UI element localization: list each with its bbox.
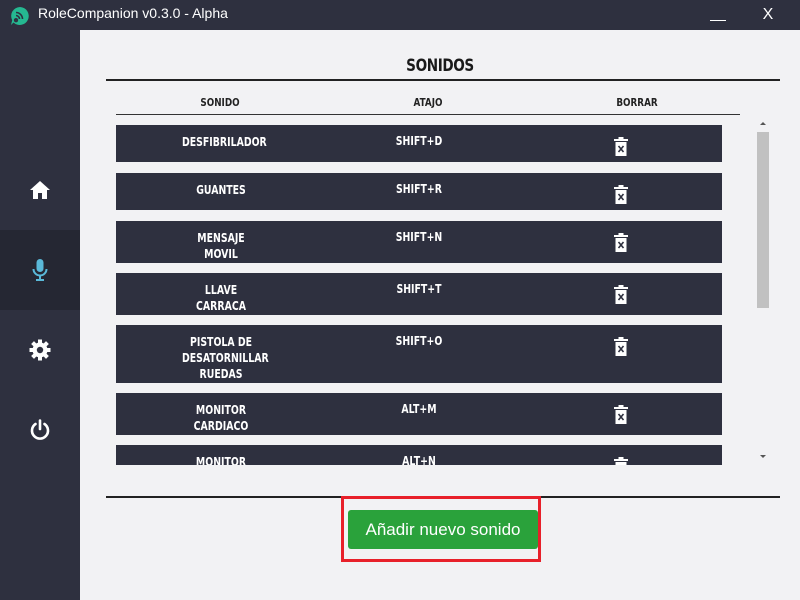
sound-row[interactable]: MENSAJE MOVIL SHIFT+N [116, 221, 722, 263]
sound-name: MONITOR [195, 455, 247, 465]
sound-name: MONITOR CARDIACO [193, 403, 249, 433]
page-title: SONIDOS [406, 56, 474, 76]
scroll-down-arrow-icon[interactable] [758, 450, 768, 462]
trash-icon[interactable] [613, 233, 629, 253]
trash-icon[interactable] [613, 185, 629, 205]
sidebar [0, 30, 80, 600]
app-logo-icon [11, 7, 29, 25]
scrollbar[interactable] [756, 118, 770, 465]
title-bar: RoleCompanion v0.3.0 - Alpha X [0, 0, 800, 30]
trash-icon[interactable] [613, 285, 629, 305]
sound-name: DESFIBRILADOR [182, 135, 267, 149]
sound-row[interactable]: MONITOR CARDIACO ALT+M [116, 393, 722, 435]
scrollbar-thumb[interactable] [757, 132, 769, 308]
sound-name: LLAVE CARRACA [196, 283, 246, 313]
add-sound-button[interactable]: Añadir nuevo sonido [348, 510, 538, 549]
header-divider [116, 114, 740, 115]
sound-list[interactable]: DESFIBRILADOR SHIFT+D GUANTES SHIFT+R ME… [116, 120, 722, 465]
sound-row[interactable]: LLAVE CARRACA SHIFT+T [116, 273, 722, 315]
sound-row[interactable]: MONITOR ALT+N [116, 445, 722, 465]
sound-shortcut: SHIFT+R [396, 182, 442, 196]
sidebar-item-home[interactable] [0, 150, 80, 230]
home-icon [30, 181, 50, 199]
divider [106, 79, 780, 81]
sidebar-item-power[interactable] [0, 390, 80, 470]
scroll-up-arrow-icon[interactable] [758, 118, 768, 130]
sound-shortcut: SHIFT+O [395, 334, 443, 348]
window-title: RoleCompanion v0.3.0 - Alpha [38, 5, 228, 21]
close-button[interactable]: X [748, 0, 788, 30]
sound-name: MENSAJE MOVIL [197, 231, 245, 261]
column-header-sound: SONIDO [200, 96, 240, 109]
trash-icon[interactable] [613, 457, 629, 465]
trash-icon[interactable] [613, 337, 629, 357]
minimize-button[interactable] [698, 0, 738, 30]
column-header-shortcut: ATAJO [413, 96, 443, 109]
gear-icon [29, 339, 51, 361]
power-icon [30, 419, 50, 440]
sound-shortcut: SHIFT+T [396, 282, 442, 296]
sound-shortcut: ALT+N [402, 454, 436, 465]
sound-row[interactable]: DESFIBRILADOR SHIFT+D [116, 125, 722, 162]
trash-icon[interactable] [613, 405, 629, 425]
sound-name: GUANTES [196, 183, 246, 197]
sound-shortcut: ALT+M [401, 402, 437, 416]
column-header-delete: BORRAR [616, 96, 658, 109]
sidebar-item-settings[interactable] [0, 310, 80, 390]
trash-icon[interactable] [613, 137, 629, 157]
sidebar-item-sounds[interactable] [0, 230, 80, 310]
sound-name: PISTOLA DE DESATORNILLAR RUEDAS [182, 335, 269, 381]
sound-shortcut: SHIFT+D [395, 134, 443, 148]
sound-row[interactable]: PISTOLA DE DESATORNILLAR RUEDAS SHIFT+O [116, 325, 722, 383]
microphone-icon [32, 259, 48, 281]
main-panel: SONIDOS SONIDO ATAJO BORRAR DESFIBRILADO… [80, 30, 800, 600]
sound-shortcut: SHIFT+N [395, 230, 443, 244]
sound-row[interactable]: GUANTES SHIFT+R [116, 173, 722, 210]
minimize-icon [710, 19, 726, 21]
